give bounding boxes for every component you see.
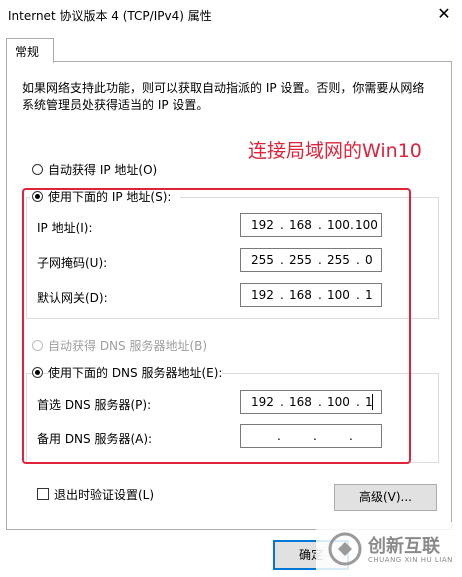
highlight-frame (22, 188, 411, 464)
validate-on-exit-label: 退出时验证设置(L) (54, 488, 155, 502)
window-title: Internet 协议版本 4 (TCP/IPv4) 属性 (8, 9, 212, 23)
close-icon[interactable]: ✕ (434, 4, 454, 24)
auto-ip-radio[interactable] (32, 164, 43, 175)
advanced-button-label: 高级(V)... (358, 490, 413, 504)
advanced-button[interactable]: 高级(V)... (334, 484, 437, 511)
tab-general[interactable]: 常规 (6, 38, 54, 63)
watermark: 创新互联 CHUANG XIN HU LIAN (316, 522, 462, 577)
tab-general-label: 常规 (15, 45, 40, 59)
watermark-logo-icon (328, 532, 362, 566)
validate-on-exit-checkbox[interactable] (37, 488, 49, 500)
annotation-text: 连接局域网的Win10 (248, 140, 422, 162)
title-bar: Internet 协议版本 4 (TCP/IPv4) 属性 ✕ (0, 0, 462, 30)
description-text: 如果网络支持此功能，则可以获取自动指派的 IP 设置。否则，你需要从网络系统管理… (22, 81, 425, 112)
auto-ip-label: 自动获得 IP 地址(O) (48, 163, 158, 177)
watermark-subtext: CHUANG XIN HU LIAN (368, 556, 453, 564)
watermark-brand: 创新互联 (368, 536, 440, 557)
